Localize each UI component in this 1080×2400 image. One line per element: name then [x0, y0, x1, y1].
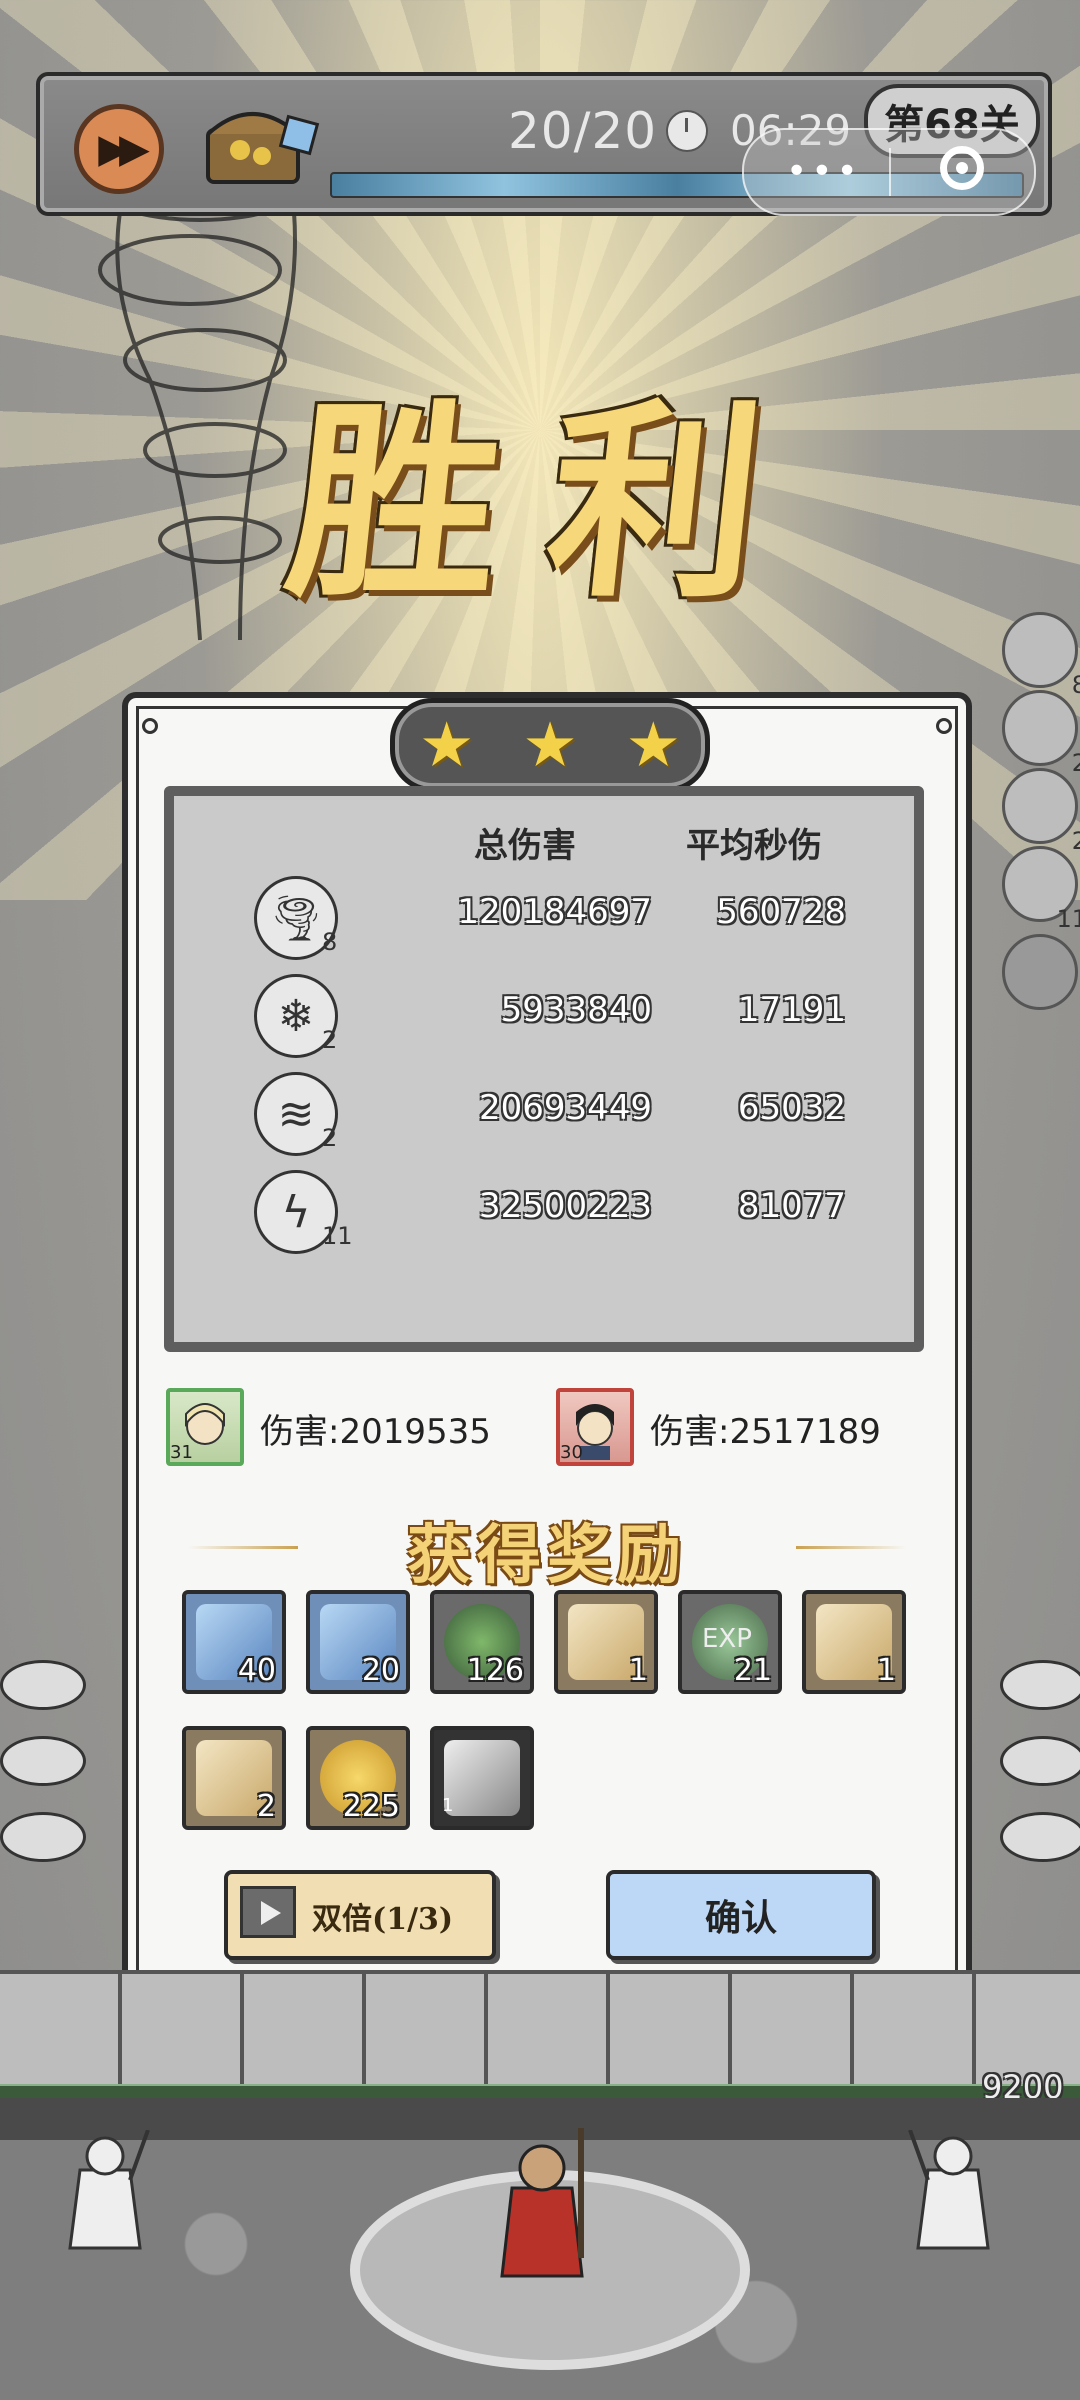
skill-level: 2	[322, 1026, 338, 1054]
header-avg-dps: 平均秒伤	[686, 826, 822, 866]
reward-count: 21	[733, 1653, 772, 1688]
reward-count: 225	[342, 1789, 400, 1824]
wave-counter: 20/20	[508, 102, 658, 160]
side-skill-drill[interactable]: 2	[1002, 768, 1080, 855]
star-icon: ★	[418, 708, 475, 781]
results-panel: ★ ★ ★ 总伤害 平均秒伤 🌪 8 120184697 560728 ❄ 2 …	[122, 692, 972, 2034]
damage-stats-table: 总伤害 平均秒伤 🌪 8 120184697 560728 ❄ 2 593384…	[164, 786, 924, 1352]
star-rating: ★ ★ ★	[390, 698, 710, 792]
reward-item[interactable]: 20	[306, 1590, 410, 1694]
hero-damage-text: 伤害:2019535	[260, 1412, 491, 1452]
hero-level: 30	[560, 1442, 583, 1463]
confirm-button[interactable]: 确认	[606, 1870, 876, 1960]
star-icon: ★	[522, 708, 578, 781]
miniprogram-capsule: •••	[742, 128, 1036, 216]
table-row: ≋ 2 20693449 65032	[174, 1072, 914, 1162]
reward-item[interactable]: 1	[554, 1590, 658, 1694]
avg-dps: 81077	[737, 1186, 846, 1226]
reward-item[interactable]: 225	[306, 1726, 410, 1830]
avg-dps: 17191	[737, 990, 846, 1030]
total-damage: 120184697	[457, 892, 652, 932]
fast-forward-button[interactable]: ▶▶	[74, 104, 164, 194]
hero-level: 31	[170, 1442, 193, 1463]
panel-rivet	[936, 718, 952, 734]
fast-forward-icon: ▶▶	[98, 126, 149, 172]
defense-tower	[1000, 1812, 1080, 1862]
star-icon: ★	[625, 708, 682, 781]
hero-damage-2: 30 伤害:2517189	[556, 1388, 916, 1478]
double-reward-label: 双倍(1/3)	[312, 1902, 454, 1937]
hero-damage-text: 伤害:2517189	[650, 1412, 881, 1452]
total-damage: 5933840	[500, 990, 652, 1030]
treasure-chest-icon[interactable]	[200, 90, 320, 190]
reward-item[interactable]: 126	[430, 1590, 534, 1694]
reward-count: 1	[628, 1653, 648, 1688]
capsule-divider	[889, 148, 891, 196]
reward-item[interactable]: 40	[182, 1590, 286, 1694]
reward-item[interactable]: 2	[182, 1726, 286, 1830]
panel-rivet	[142, 718, 158, 734]
target-icon[interactable]	[940, 146, 984, 190]
defense-tower	[1000, 1736, 1080, 1786]
avg-dps: 560728	[716, 892, 846, 932]
double-reward-button[interactable]: 双倍(1/3)	[224, 1870, 496, 1960]
stone-card-icon	[444, 1740, 520, 1816]
reward-item[interactable]: 1	[802, 1590, 906, 1694]
victory-title: 胜利	[277, 379, 824, 626]
skill-level: 11	[322, 1222, 353, 1250]
table-row: ϟ 11 32500223 81077	[174, 1170, 914, 1260]
castle-wall	[0, 1970, 1080, 2098]
table-row: 🌪 8 120184697 560728	[174, 876, 914, 966]
defense-tower	[0, 1812, 86, 1862]
skill-level: 8	[322, 928, 338, 956]
hero-damage-1: 31 伤害:2019535	[166, 1388, 491, 1478]
table-row: ❄ 2 5933840 17191	[174, 974, 914, 1064]
reward-count: 1	[442, 1795, 454, 1816]
reward-count: 126	[466, 1653, 524, 1688]
defense-tower	[0, 1736, 86, 1786]
defense-tower	[1000, 1660, 1080, 1710]
clock-icon	[666, 110, 708, 152]
side-skill-empty[interactable]	[1002, 934, 1078, 1010]
side-skill-tornado[interactable]: 8	[1002, 612, 1080, 699]
soldier-character	[68, 2130, 150, 2250]
header-total-damage: 总伤害	[474, 826, 576, 866]
avg-dps: 65032	[737, 1088, 846, 1128]
side-skill-lightning[interactable]: 11	[1002, 846, 1080, 933]
total-damage: 32500223	[478, 1186, 652, 1226]
soldier-character	[908, 2130, 990, 2250]
reward-count: 2	[256, 1789, 276, 1824]
reward-item[interactable]: 1	[430, 1726, 534, 1830]
more-icon[interactable]: •••	[786, 154, 862, 190]
reward-item[interactable]: EXP 21	[678, 1590, 782, 1694]
total-damage: 20693449	[478, 1088, 652, 1128]
side-skill-crystal[interactable]: 2	[1002, 690, 1080, 777]
reward-count: 40	[237, 1653, 276, 1688]
defense-tower	[0, 1660, 86, 1710]
reward-count: 1	[876, 1653, 896, 1688]
mage-character	[500, 2128, 584, 2278]
reward-count: 20	[361, 1653, 400, 1688]
rewards-title: 获得奖励	[407, 1518, 687, 1593]
video-ad-icon	[240, 1886, 296, 1938]
skill-level: 2	[322, 1124, 338, 1152]
